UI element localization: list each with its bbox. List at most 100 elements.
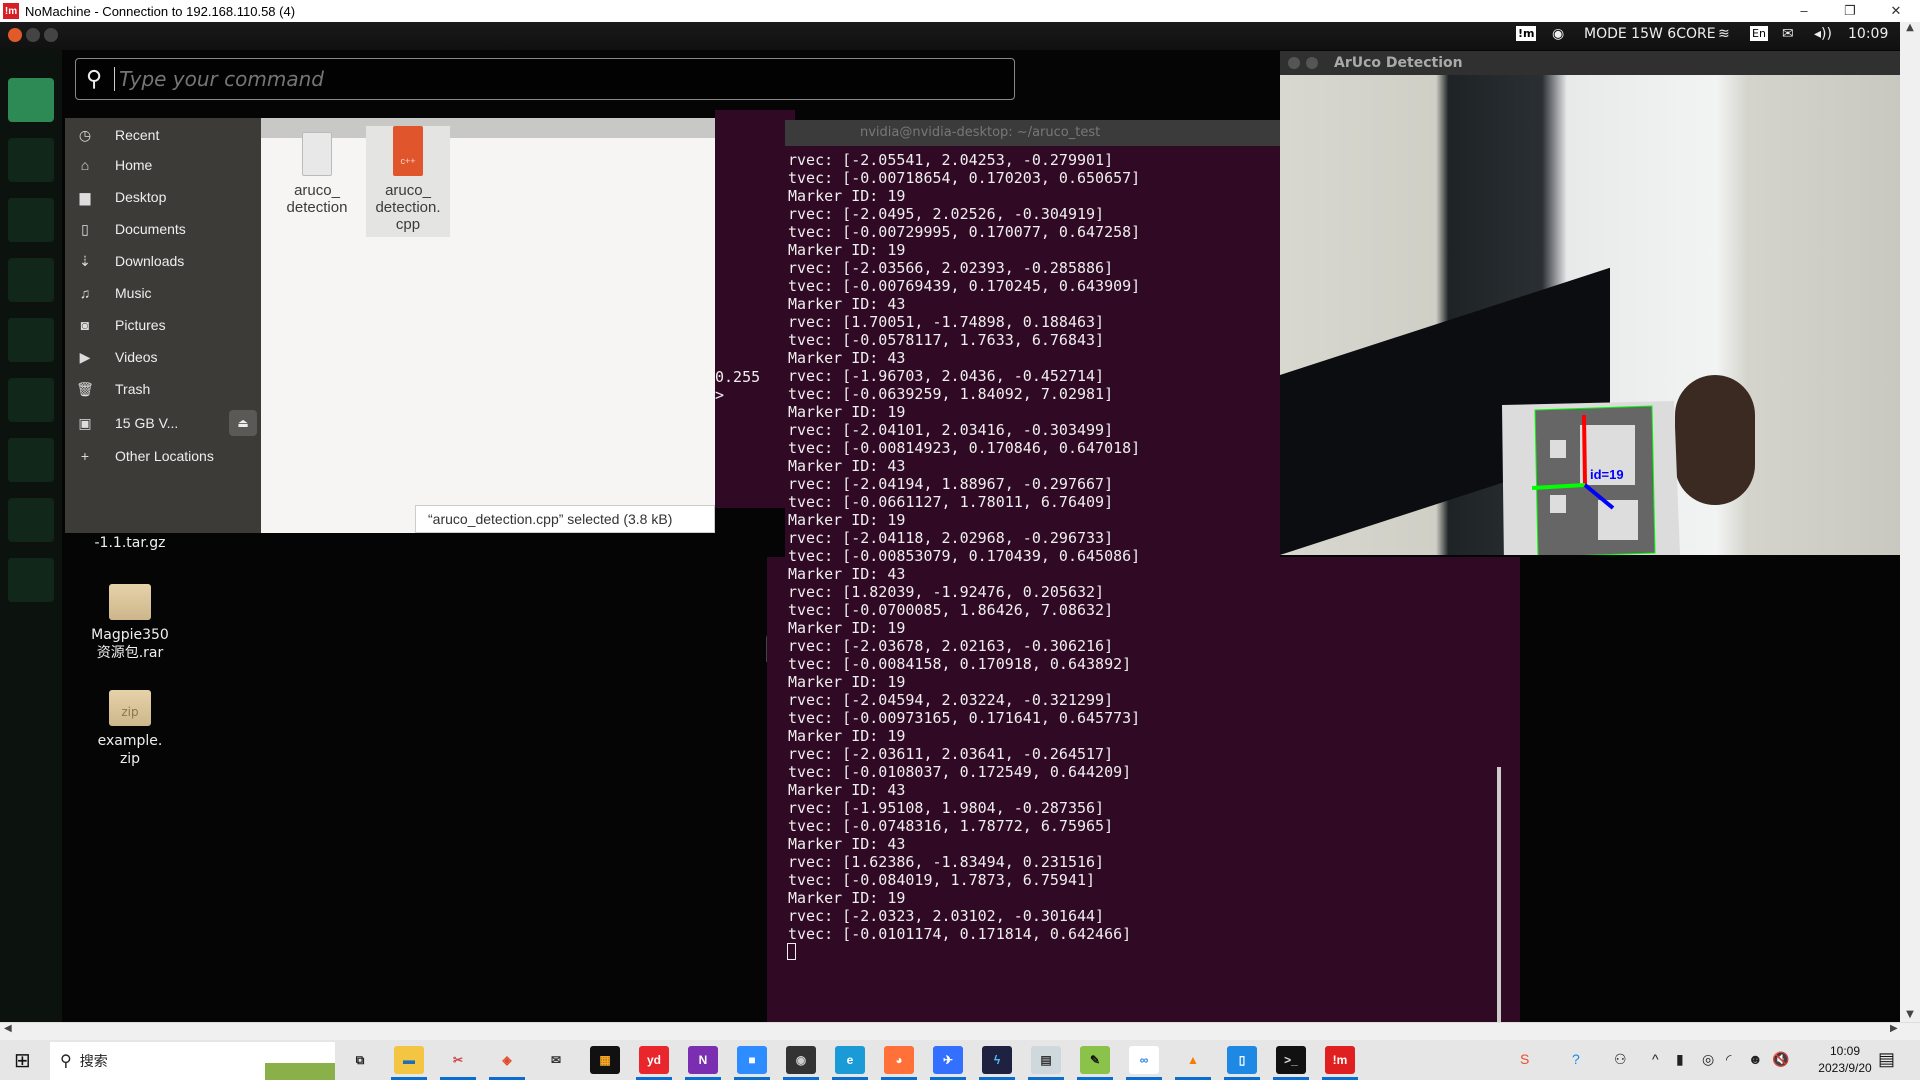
notification-icon[interactable]: ▤: [1878, 1049, 1895, 1070]
terminal-line: rvec: [-2.0495, 2.02526, -0.304919]: [788, 205, 1105, 223]
app-red-icon[interactable]: ◈: [492, 1046, 522, 1074]
file-explorer-icon[interactable]: ▬: [394, 1046, 424, 1074]
mute-icon[interactable]: 🔇: [1772, 1051, 1789, 1068]
terminal-line: tvec: [-0.0108037, 0.172549, 0.644209]: [788, 763, 1132, 781]
sidebar-item-videos[interactable]: ▶ Videos: [65, 342, 261, 372]
file-aruco-detection-cpp[interactable]: c++ aruco_ detection. cpp: [366, 126, 450, 237]
minimize-dot-icon[interactable]: [26, 28, 40, 42]
task-view-icon[interactable]: ⧉: [345, 1046, 375, 1074]
close-dot-icon[interactable]: [1288, 57, 1300, 69]
minimize-dot-icon[interactable]: [1306, 57, 1318, 69]
sidebar-item-label: Desktop: [115, 189, 167, 205]
wifi-icon[interactable]: ≋: [1718, 26, 1730, 42]
file-name: detection.: [375, 199, 441, 216]
snipping-tool-icon[interactable]: ✂: [443, 1046, 473, 1074]
sidebar-item-label: Pictures: [115, 317, 166, 333]
mail-icon[interactable]: ✉: [1782, 26, 1794, 42]
restore-button[interactable]: ❐: [1830, 0, 1870, 22]
launcher-item[interactable]: [8, 138, 54, 182]
time: 10:09: [1829, 1044, 1861, 1058]
launcher-item[interactable]: [8, 438, 54, 482]
qq-icon[interactable]: ☻: [1748, 1051, 1763, 1067]
sidebar-item-other-locations[interactable]: + Other Locations: [65, 441, 261, 471]
ubuntu-top-panel: !m ◉ MODE 15W 6CORE ≋ En ✉ ◂)) 10:09: [0, 22, 1900, 50]
chevron-up-icon[interactable]: ^: [1652, 1051, 1659, 1067]
terminal-line: Marker ID: 43: [788, 781, 906, 799]
onenote-icon[interactable]: N: [688, 1046, 718, 1074]
terminal-text: 0.255: [715, 368, 761, 386]
sync-icon[interactable]: ◎: [1702, 1051, 1714, 1068]
video-icon: ▶: [79, 348, 91, 365]
terminal-line: rvec: [-2.04194, 1.88967, -0.297667]: [788, 475, 1114, 493]
sidebar-item-15-gb-v-[interactable]: ▣ 15 GB V... ⏏: [65, 408, 261, 438]
nvidia-icon[interactable]: ◉: [1552, 26, 1564, 42]
help-icon[interactable]: ?: [1572, 1051, 1580, 1067]
launcher-help-button[interactable]: [8, 78, 54, 122]
start-button[interactable]: ⊞: [14, 1048, 31, 1073]
sidebar-item-recent[interactable]: ◷ Recent: [65, 120, 261, 150]
close-dot-icon[interactable]: [8, 28, 22, 42]
sidebar-item-documents[interactable]: ▯ Documents: [65, 214, 261, 244]
camera-icon[interactable]: ◉: [786, 1046, 816, 1074]
cmd-icon[interactable]: >_: [1276, 1046, 1306, 1074]
maximize-dot-icon[interactable]: [44, 28, 58, 42]
terminal-line: rvec: [-2.05541, 2.04253, -0.279901]: [788, 151, 1114, 169]
launcher-item[interactable]: [8, 498, 54, 542]
background-terminal[interactable]: 0.255 >: [715, 110, 795, 508]
mail-icon[interactable]: ✉: [541, 1046, 571, 1074]
terminal-line: rvec: [-2.04594, 2.03224, -0.321299]: [788, 691, 1114, 709]
launcher-item[interactable]: [8, 318, 54, 362]
horizontal-scrollbar[interactable]: ◀ ▶: [0, 1022, 1920, 1040]
battery-icon[interactable]: ▮: [1676, 1051, 1684, 1068]
terminal-window[interactable]: nvidia@nvidia-desktop: ~/aruco_test rvec…: [785, 120, 1280, 1022]
edge-icon[interactable]: e: [835, 1046, 865, 1074]
youdao-icon[interactable]: yd: [639, 1046, 669, 1074]
cpp-file-icon: c++: [393, 126, 423, 176]
notepad-icon[interactable]: ✎: [1080, 1046, 1110, 1074]
monitor-app-icon[interactable]: ▤: [1031, 1046, 1061, 1074]
nomachine-tray-icon[interactable]: !m: [1516, 26, 1537, 41]
sidebar-item-music[interactable]: ♫ Music: [65, 278, 261, 308]
zoom-icon[interactable]: ■: [737, 1046, 767, 1074]
feishu-icon[interactable]: ✈: [933, 1046, 963, 1074]
command-search-input[interactable]: [114, 67, 915, 91]
desktop-file-example-zip[interactable]: zip example. zip: [70, 690, 190, 768]
desktop-file-tar[interactable]: -1.1.tar.gz: [70, 534, 190, 552]
sidebar-item-downloads[interactable]: ⇣ Downloads: [65, 246, 261, 276]
people-icon[interactable]: ⚇: [1614, 1051, 1627, 1068]
eject-button[interactable]: ⏏: [229, 410, 257, 436]
sidebar-item-home[interactable]: ⌂ Home: [65, 150, 261, 180]
desktop-file-magpie[interactable]: Magpie350 资源包.rar: [70, 584, 190, 662]
sidebar-item-trash[interactable]: 🗑 Trash: [65, 374, 261, 404]
store-icon[interactable]: ▦: [590, 1046, 620, 1074]
taskbar-clock[interactable]: 10:09 2023/9/20: [1810, 1043, 1880, 1077]
terminal-scrollbar[interactable]: [1497, 767, 1501, 1022]
volume-icon[interactable]: ◂)): [1814, 26, 1832, 42]
sidebar-item-pictures[interactable]: ◙ Pictures: [65, 310, 261, 340]
sidebar-item-desktop[interactable]: ▆ Desktop: [65, 182, 261, 212]
launcher-item[interactable]: [8, 378, 54, 422]
taskbar-search-box[interactable]: ⚲ 搜索: [50, 1042, 335, 1080]
firefox-icon[interactable]: ◕: [884, 1046, 914, 1074]
baidu-netdisk-icon[interactable]: ∞: [1129, 1046, 1159, 1074]
phone-app-icon[interactable]: ▯: [1227, 1046, 1257, 1074]
bolt-app-icon[interactable]: ϟ: [982, 1046, 1012, 1074]
nomachine-icon[interactable]: !m: [1325, 1046, 1355, 1074]
vlc-icon[interactable]: ▲: [1178, 1046, 1208, 1074]
launcher-item[interactable]: [8, 258, 54, 302]
sidebar-item-label: Documents: [115, 221, 186, 237]
vertical-scrollbar[interactable]: ▲ ▼: [1900, 22, 1920, 1022]
dash-search[interactable]: ⚲: [75, 58, 1015, 100]
wifi-icon[interactable]: ◜: [1726, 1051, 1731, 1068]
clock[interactable]: 10:09: [1848, 26, 1888, 42]
sogou-icon[interactable]: S: [1520, 1051, 1529, 1067]
power-mode[interactable]: MODE 15W 6CORE: [1584, 26, 1716, 42]
language-indicator[interactable]: En: [1750, 26, 1768, 41]
remote-desktop[interactable]: !m ◉ MODE 15W 6CORE ≋ En ✉ ◂)) 10:09 ⚲ 0…: [0, 22, 1900, 1022]
minimize-button[interactable]: –: [1784, 0, 1824, 22]
file-aruco-detection[interactable]: aruco_ detection: [275, 132, 359, 216]
launcher-item[interactable]: [8, 198, 54, 242]
terminal-text: >: [715, 386, 725, 404]
launcher-item[interactable]: [8, 558, 54, 602]
close-button[interactable]: ✕: [1876, 0, 1916, 22]
